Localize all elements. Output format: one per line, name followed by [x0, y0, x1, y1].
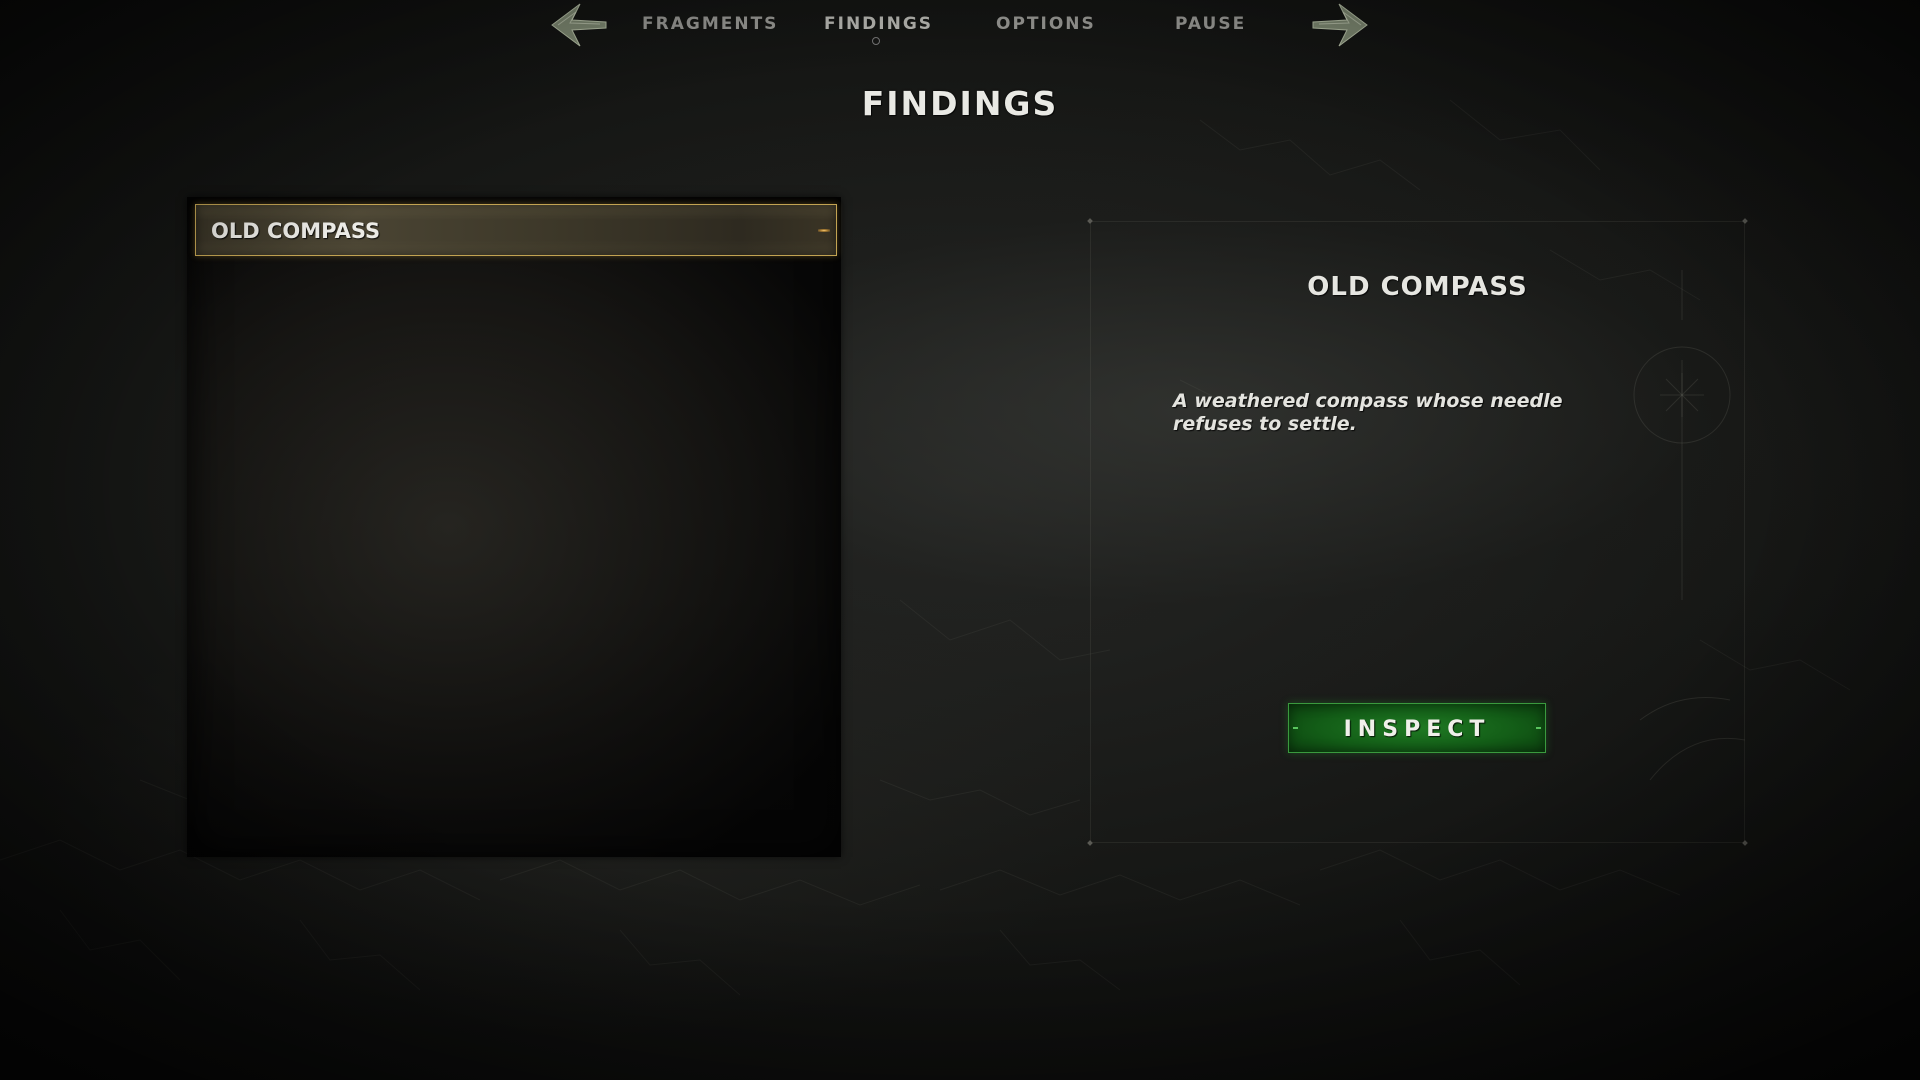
tab-pause[interactable]: PAUSE: [1175, 14, 1246, 34]
selection-spark: [818, 229, 830, 232]
frame-corner: [1742, 218, 1748, 224]
active-tab-indicator: [872, 37, 880, 45]
arrow-left-icon: [551, 3, 607, 47]
page-title: FINDINGS: [861, 84, 1059, 123]
list-item-old-compass[interactable]: OLD COMPASS: [195, 204, 837, 256]
detail-title: OLD COMPASS: [1307, 272, 1528, 302]
tab-fragments[interactable]: FRAGMENTS: [642, 14, 778, 34]
frame-corner: [1087, 840, 1093, 846]
frame-corner: [1087, 218, 1093, 224]
nav-next-button[interactable]: [1311, 2, 1369, 48]
arrow-right-icon: [1312, 3, 1368, 47]
nav-prev-button[interactable]: [550, 2, 608, 48]
top-navigation: FRAGMENTS FINDINGS OPTIONS PAUSE: [0, 0, 1920, 52]
inspect-button-label: INSPECT: [1343, 717, 1491, 742]
detail-description: A weathered compass whose needle refuses…: [1173, 390, 1563, 435]
frame-corner: [1742, 840, 1748, 846]
button-tick: [1536, 727, 1541, 729]
tab-options[interactable]: OPTIONS: [996, 14, 1096, 34]
inspect-button[interactable]: INSPECT: [1288, 703, 1546, 753]
tab-findings[interactable]: FINDINGS: [824, 14, 933, 34]
list-item-label: OLD COMPASS: [211, 219, 381, 243]
findings-list-panel: OLD COMPASS: [187, 197, 841, 857]
